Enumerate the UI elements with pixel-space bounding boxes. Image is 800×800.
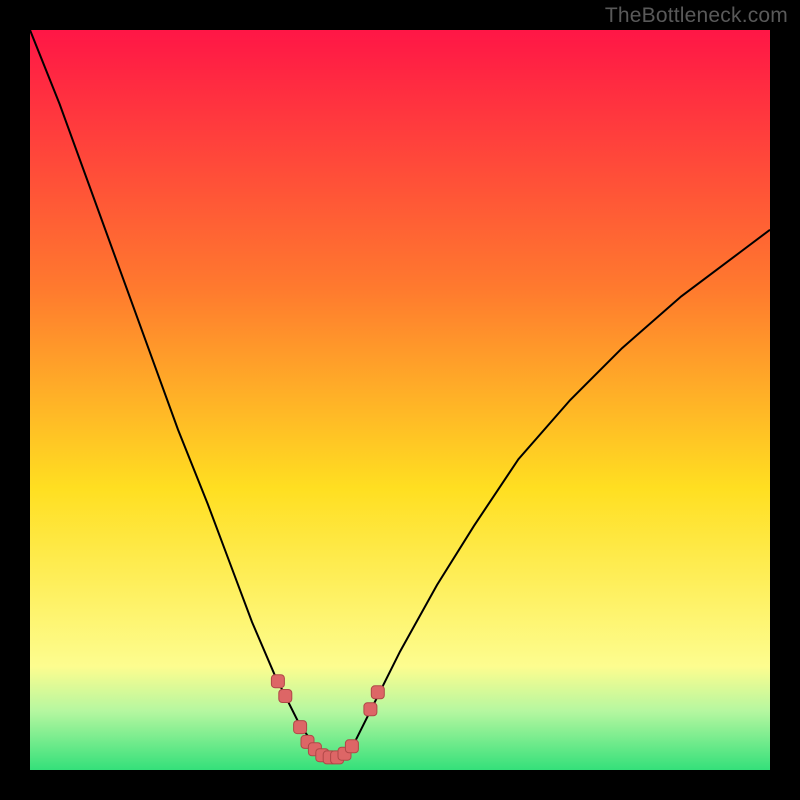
curve-marker	[371, 686, 384, 699]
curve-marker	[345, 740, 358, 753]
curve-marker	[279, 690, 292, 703]
chart-svg	[30, 30, 770, 770]
watermark-text: TheBottleneck.com	[605, 4, 788, 28]
plot-area	[30, 30, 770, 770]
gradient-background	[30, 30, 770, 770]
curve-marker	[271, 675, 284, 688]
curve-marker	[294, 721, 307, 734]
curve-marker	[364, 703, 377, 716]
chart-frame: TheBottleneck.com	[0, 0, 800, 800]
